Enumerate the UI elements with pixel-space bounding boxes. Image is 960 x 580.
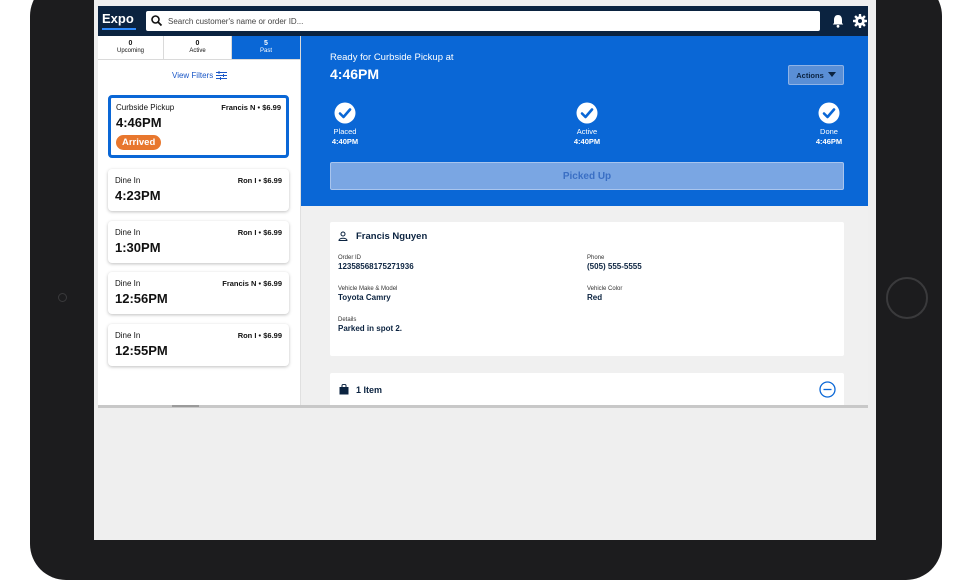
search-box[interactable] xyxy=(146,11,820,31)
field-label: Order ID xyxy=(338,255,362,261)
vehicle-color-field: Vehicle Color Red xyxy=(587,286,622,302)
field-value: Parked in spot 2. xyxy=(338,324,403,333)
search-icon xyxy=(151,15,163,27)
view-filters-label: View Filters xyxy=(172,71,214,80)
app: Expo Search customer's name or order ID.… xyxy=(98,6,868,406)
step-time: 4:40PM xyxy=(573,137,601,146)
order-time: 12:56PM xyxy=(115,291,168,306)
tab-label: Active xyxy=(189,48,206,54)
field-value: (505) 555-5555 xyxy=(587,262,642,271)
field-label: Details xyxy=(338,317,357,323)
logo-underline xyxy=(102,28,136,30)
tab-active[interactable]: 0 Active xyxy=(164,36,232,60)
step-label: Active xyxy=(576,127,598,136)
order-id-field: Order ID 12358568175271936 xyxy=(338,255,414,271)
scroll-indicator xyxy=(172,405,199,407)
collapse-minus-icon[interactable] xyxy=(819,381,836,398)
sliders-icon xyxy=(216,71,228,80)
step-placed: Placed 4:40PM xyxy=(315,102,375,146)
order-type: Curbside Pickup xyxy=(116,103,175,112)
step-label: Placed xyxy=(333,127,357,136)
vehicle-field: Vehicle Make & Model Toyota Camry xyxy=(338,286,397,302)
shopping-bag-icon xyxy=(339,384,349,395)
tab-upcoming[interactable]: 0 Upcoming xyxy=(98,36,164,60)
phone-field: Phone (505) 555-5555 xyxy=(587,255,642,271)
tab-label: Upcoming xyxy=(116,48,144,54)
field-label: Phone xyxy=(587,255,605,261)
actions-label: Actions xyxy=(796,70,824,80)
picked-up-button[interactable]: Picked Up xyxy=(330,162,844,190)
customer-details-card: Francis Nguyen Order ID 1235856817527193… xyxy=(330,222,844,356)
step-label: Done xyxy=(820,127,838,136)
items-count-label: 1 Item xyxy=(356,385,383,395)
arrived-badge: Arrived xyxy=(116,135,162,150)
tab-past[interactable]: 5 Past xyxy=(232,36,301,60)
step-time: 4:40PM xyxy=(331,137,359,146)
order-customer-price: Ron I • $6.99 xyxy=(237,331,282,340)
step-done: Done 4:46PM xyxy=(799,102,859,146)
field-value: 12358568175271936 xyxy=(338,262,414,271)
order-card[interactable]: Dine In Ron I • $6.99 12:55PM xyxy=(108,324,289,366)
actions-dropdown[interactable]: Actions xyxy=(788,65,844,85)
order-type: Dine In xyxy=(115,331,141,340)
tab-count: 5 xyxy=(264,40,268,47)
step-active: Active 4:40PM xyxy=(557,102,617,146)
order-time: 12:55PM xyxy=(115,343,168,358)
order-card[interactable]: Dine In Francis N • $6.99 12:56PM xyxy=(108,272,289,314)
field-label: Vehicle Color xyxy=(587,286,623,292)
tab-count: 0 xyxy=(128,40,133,47)
status-heading: Ready for Curbside Pickup at xyxy=(330,52,454,63)
order-card-selected[interactable]: Curbside Pickup Francis N • $6.99 4:46PM… xyxy=(108,95,289,158)
order-card[interactable]: Dine In Ron I • $6.99 1:30PM xyxy=(108,221,289,263)
order-time: 4:46PM xyxy=(116,115,162,130)
search-input[interactable] xyxy=(168,11,808,31)
check-circle-icon xyxy=(334,102,356,124)
orders-panel: 0 Upcoming 0 Active 5 Past View Filters xyxy=(98,36,301,406)
check-circle-icon xyxy=(818,102,840,124)
order-time: 4:23PM xyxy=(115,188,161,203)
customer-name: Francis Nguyen xyxy=(356,231,428,242)
order-type: Dine In xyxy=(115,176,141,185)
order-customer-price: Francis N • $6.99 xyxy=(222,279,282,288)
gear-icon[interactable] xyxy=(852,13,868,29)
order-customer-price: Ron I • $6.99 xyxy=(237,176,282,185)
order-type: Dine In xyxy=(115,279,141,288)
field-value: Toyota Camry xyxy=(338,293,391,302)
caret-down-icon xyxy=(827,72,836,77)
details-field: Details Parked in spot 2. xyxy=(338,317,402,333)
order-tabs: 0 Upcoming 0 Active 5 Past xyxy=(98,36,301,60)
user-icon xyxy=(338,231,348,241)
view-filters-button[interactable]: View Filters xyxy=(172,71,228,80)
bell-icon[interactable] xyxy=(830,13,846,29)
app-logo: Expo xyxy=(102,11,134,26)
check-circle-icon xyxy=(576,102,598,124)
app-bottom-edge xyxy=(98,405,868,408)
order-customer-price: Ron I • $6.99 xyxy=(237,228,282,237)
order-type: Dine In xyxy=(115,228,141,237)
status-time: 4:46PM xyxy=(330,66,380,82)
step-time: 4:46PM xyxy=(815,137,843,146)
tab-label: Past xyxy=(259,48,272,54)
camera-dot xyxy=(58,293,67,302)
home-button[interactable] xyxy=(886,277,928,319)
order-card[interactable]: Dine In Ron I • $6.99 4:23PM xyxy=(108,169,289,211)
field-value: Red xyxy=(587,293,603,302)
order-status-panel: Ready for Curbside Pickup at 4:46PM Acti… xyxy=(301,36,868,206)
order-customer-price: Francis N • $6.99 xyxy=(221,103,281,112)
items-card: 1 Item xyxy=(330,373,844,406)
screen: Expo Search customer's name or order ID.… xyxy=(94,0,876,540)
order-time: 1:30PM xyxy=(115,240,161,255)
tab-count: 0 xyxy=(195,40,200,47)
field-label: Vehicle Make & Model xyxy=(338,286,398,292)
top-bar: Expo xyxy=(98,6,868,36)
